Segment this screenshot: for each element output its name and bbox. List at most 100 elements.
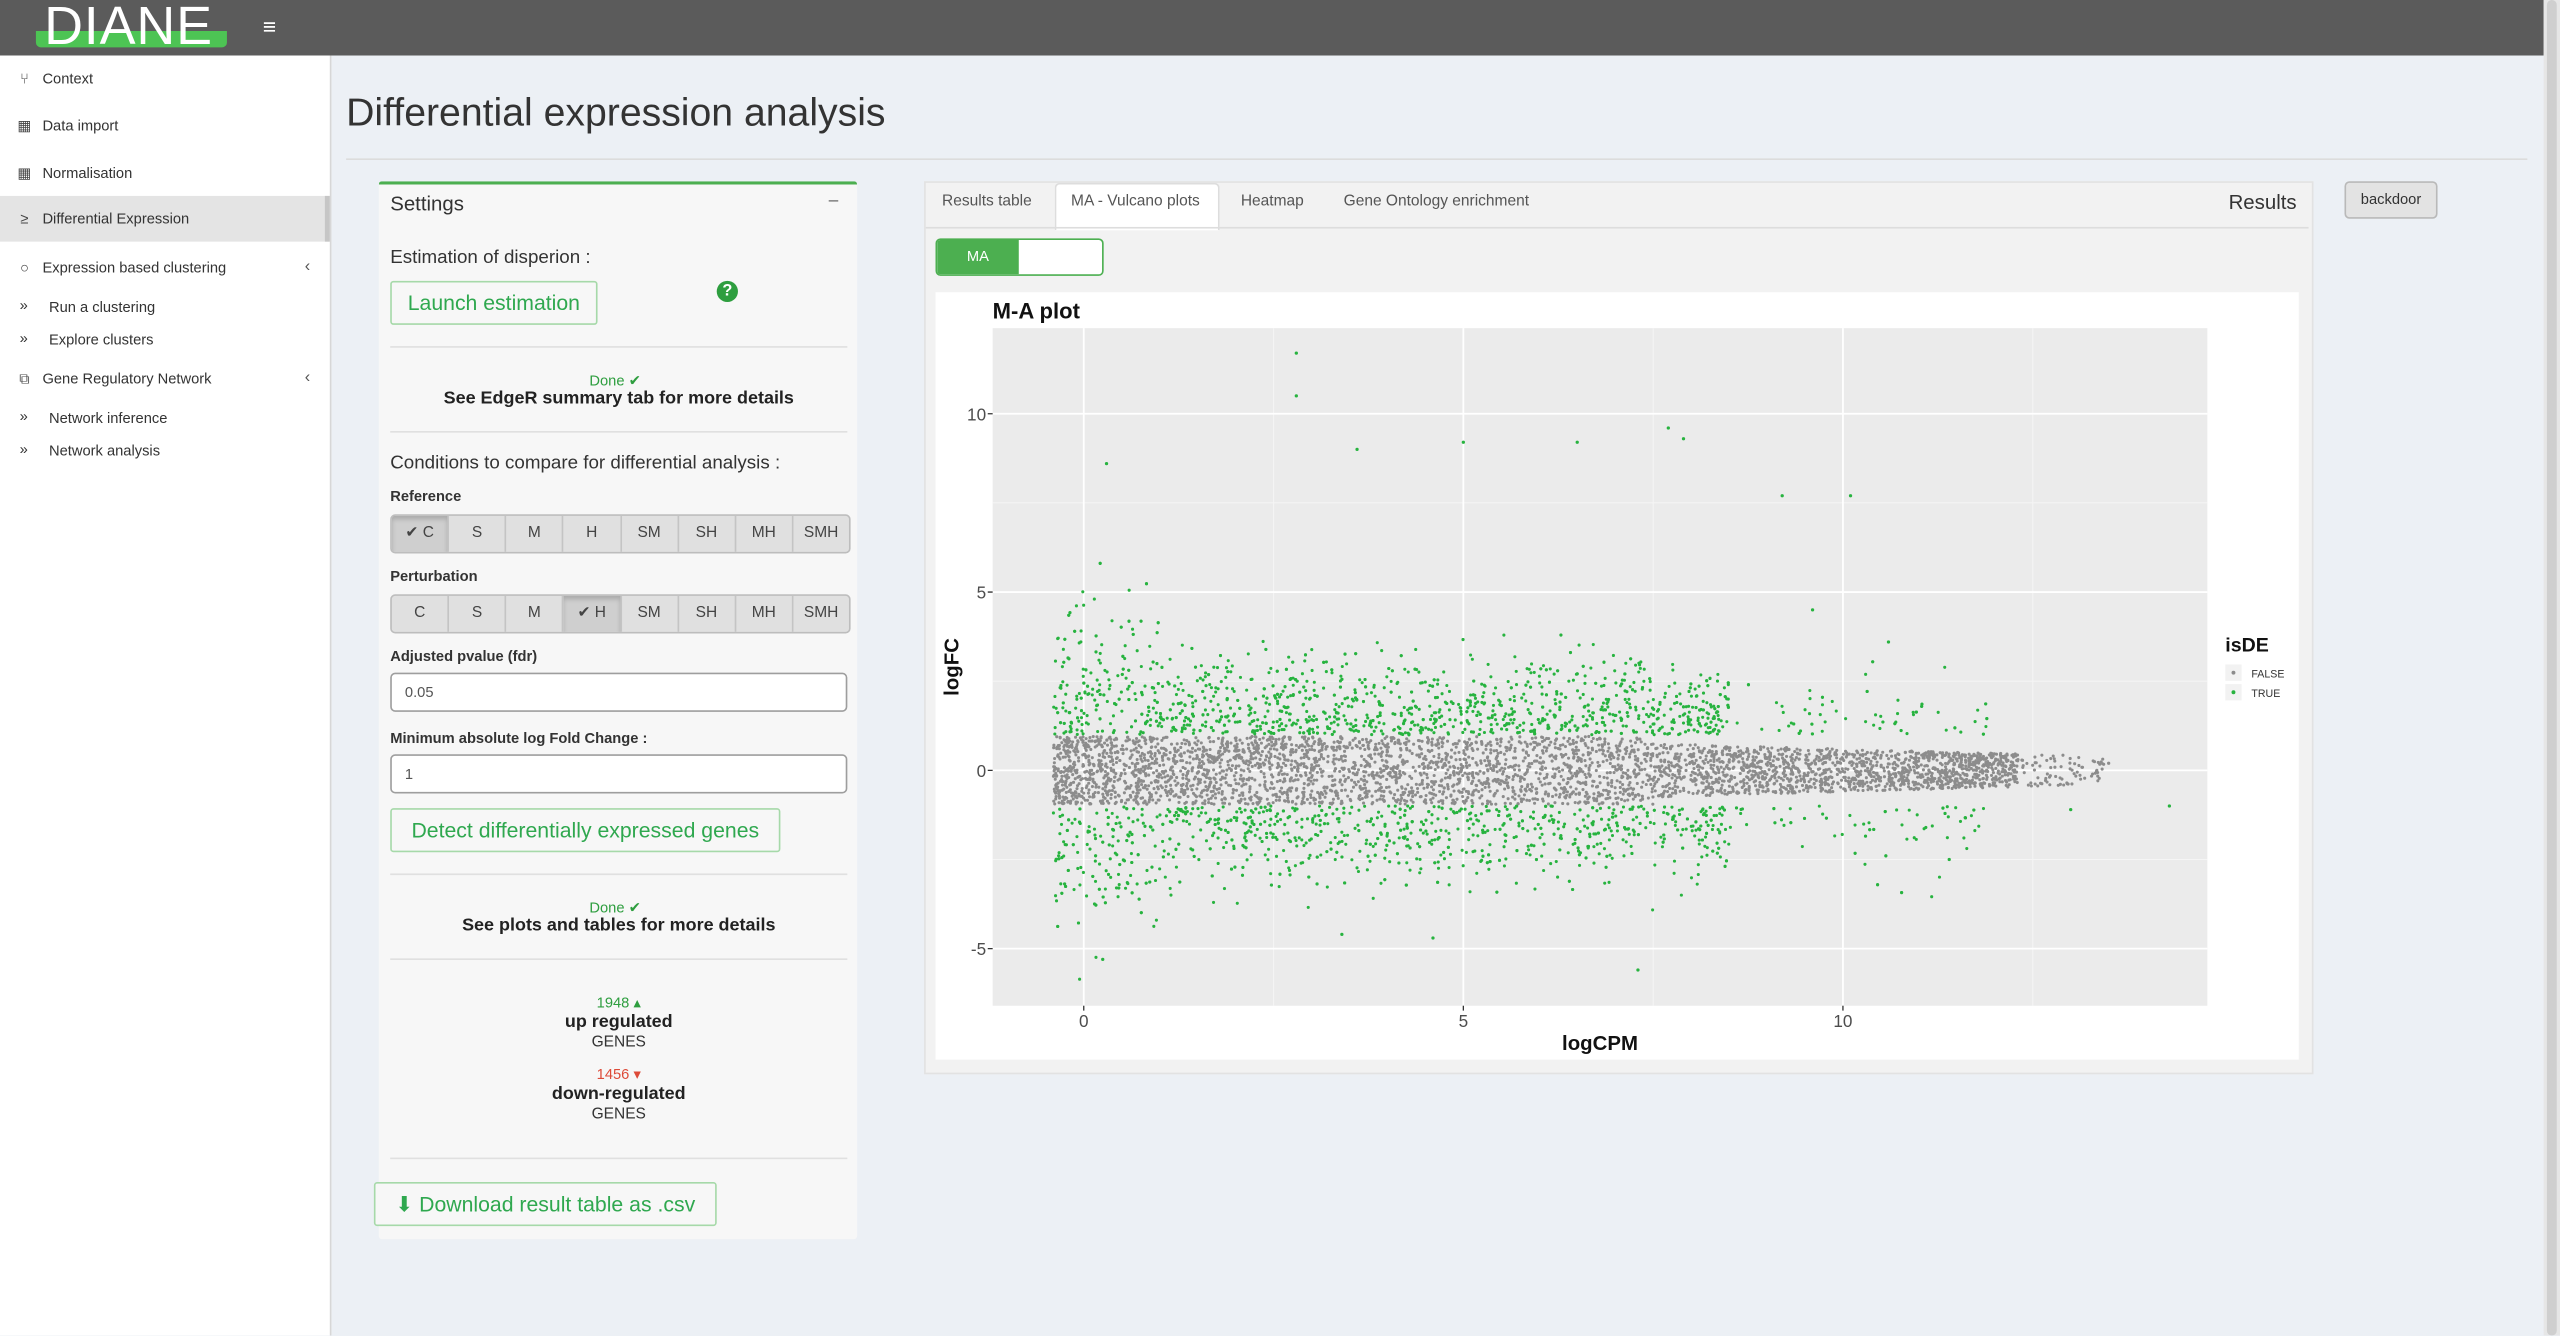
non-de-point (1984, 761, 1988, 766)
perturbation-option-c[interactable]: C (392, 595, 450, 632)
non-de-point (1712, 763, 1716, 767)
sidebar-item-clustering[interactable]: ○ Expression based clustering ‹ (0, 245, 330, 291)
reference-option-m[interactable]: M (507, 515, 564, 552)
non-de-point (1533, 745, 1537, 749)
download-csv-button[interactable]: ⬇ Download result table as .csv (373, 1182, 717, 1227)
non-de-point (1727, 779, 1732, 783)
non-de-point (1477, 789, 1481, 794)
non-de-point (1683, 758, 1687, 762)
pvalue-input[interactable]: 0.05 (390, 672, 848, 712)
non-de-point (1257, 796, 1261, 800)
ma-volcano-toggle[interactable]: MA (935, 238, 1104, 276)
non-de-point (1791, 764, 1796, 768)
sidebar-subitem-explore-clusters[interactable]: » Explore clusters (0, 323, 330, 356)
non-de-point (1888, 784, 1892, 788)
tab-ma-vulcano[interactable]: MA - Vulcano plots (1071, 193, 1200, 211)
non-de-point (1452, 789, 1456, 793)
reference-option-sh[interactable]: SH (679, 515, 736, 552)
non-de-point (1701, 781, 1705, 785)
perturbation-option-sm[interactable]: SM (621, 595, 679, 632)
non-de-point (1572, 755, 1576, 759)
sidebar-subitem-network-analysis[interactable]: » Network analysis (0, 434, 330, 467)
perturbation-option-sh[interactable]: SH (679, 595, 736, 632)
non-de-point (1953, 779, 1957, 783)
reference-option-s[interactable]: S (449, 515, 507, 552)
non-de-point (1457, 750, 1461, 754)
sidebar-subitem-network-inference[interactable]: » Network inference (0, 402, 330, 435)
reference-option-sm[interactable]: SM (621, 515, 679, 552)
tab-go-enrichment[interactable]: Gene Ontology enrichment (1344, 193, 1529, 211)
sidebar-item-gene-regulatory-network[interactable]: ⧉ Gene Regulatory Network ‹ (0, 356, 330, 402)
non-de-point (1844, 779, 1848, 783)
hamburger-icon[interactable]: ≡ (263, 13, 276, 39)
perturbation-selector[interactable]: C S M ✔ H SM SH MH SMH (390, 594, 851, 634)
sidebar-item-context[interactable]: ⑂ Context (0, 56, 330, 102)
non-de-point (1399, 793, 1403, 797)
reference-option-h[interactable]: H (564, 515, 622, 552)
detect-de-genes-button[interactable]: Detect differentially expressed genes (390, 808, 781, 853)
tab-heatmap[interactable]: Heatmap (1241, 193, 1304, 211)
reference-option-mh[interactable]: MH (736, 515, 794, 552)
collapse-icon[interactable]: − (828, 189, 839, 212)
perturbation-option-mh[interactable]: MH (736, 595, 794, 632)
app-logo[interactable]: DIANE (0, 0, 258, 56)
non-de-point (1557, 782, 1561, 786)
non-de-point (1331, 778, 1335, 783)
perturbation-option-smh[interactable]: SMH (793, 596, 849, 632)
non-de-point (1617, 744, 1621, 748)
non-de-point (1247, 790, 1252, 794)
non-de-point (1486, 769, 1490, 773)
non-de-point (1649, 764, 1653, 768)
reference-option-c[interactable]: ✔ C (391, 515, 450, 552)
non-de-point (1361, 743, 1365, 747)
logfc-input[interactable]: 1 (390, 754, 848, 794)
non-de-point (1808, 767, 1813, 771)
non-de-point (1501, 795, 1505, 799)
launch-estimation-button[interactable]: Launch estimation (390, 280, 598, 325)
non-de-point (1944, 751, 1949, 755)
non-de-point (1084, 737, 1088, 741)
non-de-point (1584, 764, 1588, 768)
non-de-point (1178, 753, 1182, 757)
sidebar-item-normalisation[interactable]: ▦ Normalisation (0, 150, 330, 196)
non-de-point (1411, 765, 1415, 769)
non-de-point (1418, 783, 1422, 787)
tab-results-table[interactable]: Results table (942, 193, 1032, 211)
sidebar-subitem-run-clustering[interactable]: » Run a clustering (0, 291, 330, 324)
non-de-point (1413, 769, 1417, 773)
non-de-point (1278, 779, 1282, 783)
non-de-point (1529, 782, 1533, 786)
non-de-point (1637, 765, 1641, 769)
non-de-point (1906, 769, 1910, 773)
perturbation-option-h[interactable]: ✔ H (563, 595, 622, 632)
non-de-point (1871, 764, 1875, 768)
non-de-point (1306, 783, 1310, 787)
perturbation-option-s[interactable]: S (449, 595, 507, 632)
non-de-point (1909, 755, 1914, 759)
perturbation-option-m[interactable]: M (507, 595, 564, 632)
non-de-point (1494, 748, 1499, 753)
help-icon[interactable]: ? (716, 280, 738, 303)
non-de-point (1574, 792, 1578, 796)
non-de-point (1159, 794, 1163, 798)
non-de-point (2033, 761, 2037, 765)
non-de-point (1583, 758, 1587, 763)
non-de-point (2001, 761, 2005, 765)
non-de-point (1866, 788, 1870, 792)
non-de-point (1057, 747, 1061, 751)
sidebar-item-differential-expression[interactable]: ≥ Differential Expression (0, 195, 330, 242)
backdoor-button[interactable]: backdoor (2344, 181, 2438, 219)
non-de-point (1875, 771, 1879, 775)
non-de-point (1775, 779, 1779, 783)
non-de-point (1538, 761, 1542, 765)
scrollbar-thumb[interactable] (2546, 0, 2557, 1336)
non-de-point (1990, 763, 1994, 767)
non-de-point (1140, 751, 1144, 755)
reference-option-smh[interactable]: SMH (793, 516, 849, 552)
de-point (1304, 841, 1308, 845)
reference-selector[interactable]: ✔ C S M H SM SH MH SMH (390, 514, 851, 554)
sidebar-item-data-import[interactable]: ▦ Data import (0, 103, 330, 149)
table-icon: ▦ (17, 117, 32, 134)
non-de-point (1351, 785, 1356, 789)
non-de-point (1155, 785, 1160, 789)
